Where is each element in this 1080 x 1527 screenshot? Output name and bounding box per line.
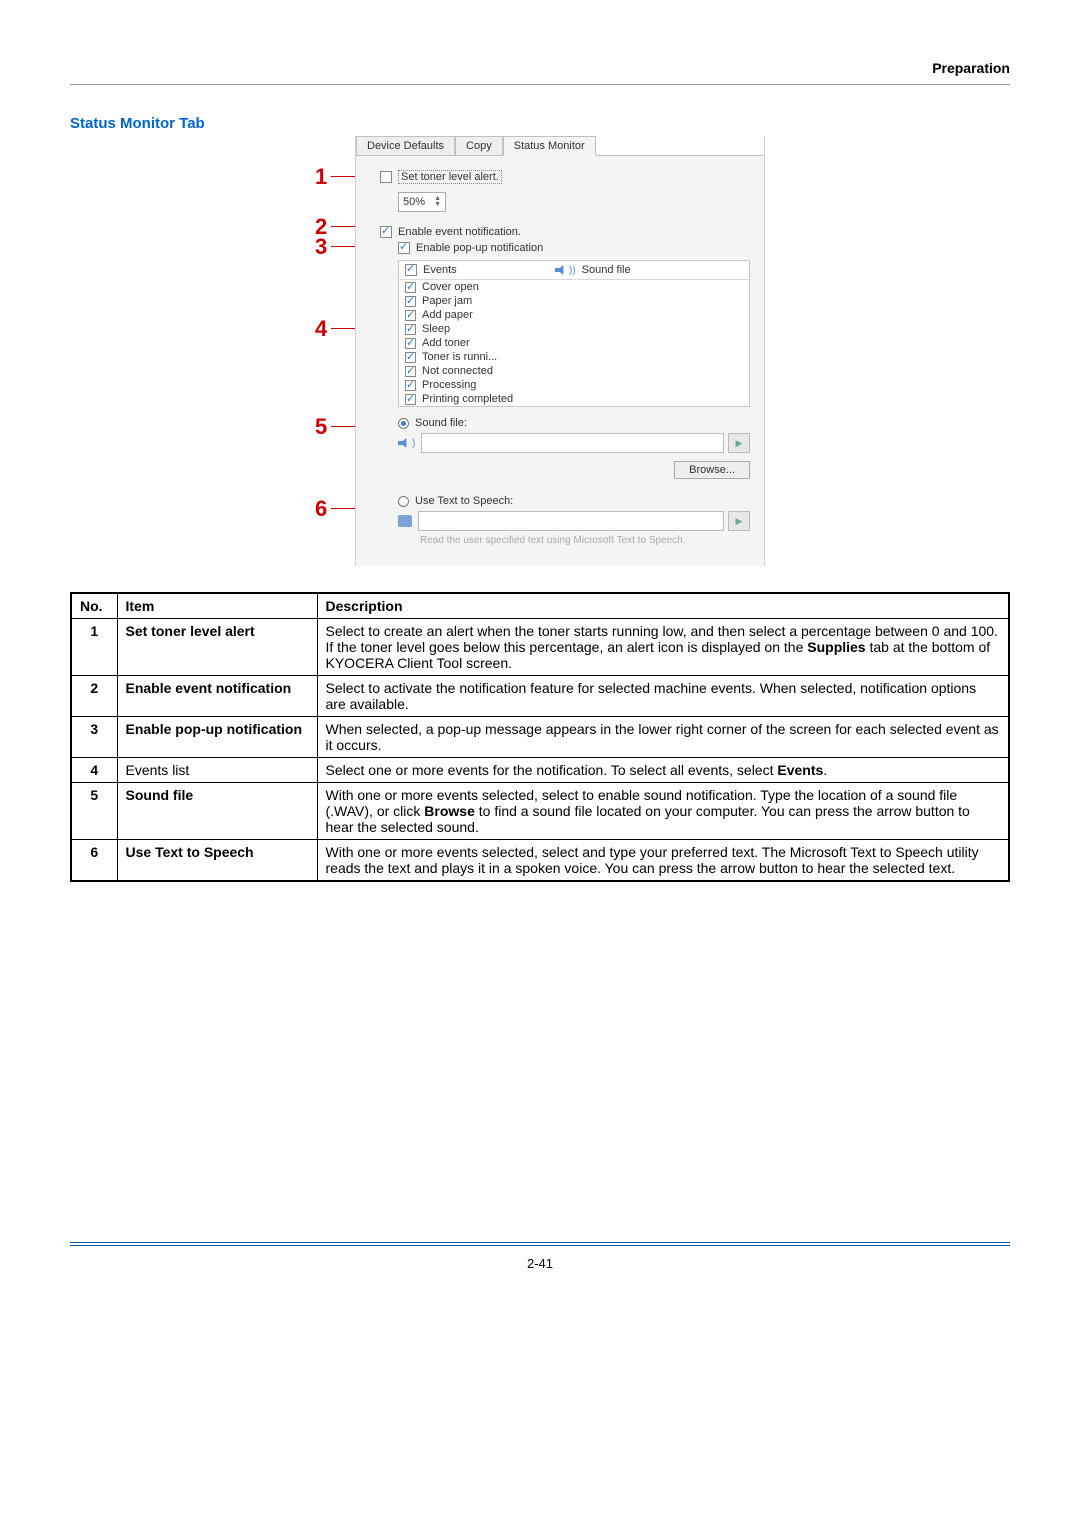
event-checkbox[interactable] — [405, 380, 416, 391]
enable-event-checkbox[interactable] — [380, 226, 392, 238]
cell-desc: With one or more events selected, select… — [317, 840, 1009, 882]
page-number: 2-41 — [70, 1245, 1010, 1271]
event-item[interactable]: Printing completed — [399, 392, 749, 406]
sound-file-input[interactable] — [421, 433, 724, 453]
description-table: No. Item Description 1Set toner level al… — [70, 592, 1010, 882]
tts-radio[interactable] — [398, 496, 409, 507]
table-row: 3Enable pop-up notificationWhen selected… — [71, 717, 1009, 758]
th-item: Item — [117, 593, 317, 619]
event-label: Sleep — [422, 323, 450, 335]
sound-file-header: Sound file — [582, 264, 631, 276]
event-item[interactable]: Toner is runni... — [399, 350, 749, 364]
event-label: Processing — [422, 379, 476, 391]
page-footer: 2-41 — [70, 1242, 1010, 1271]
event-item[interactable]: Not connected — [399, 364, 749, 378]
tts-play-button[interactable]: ▶ — [728, 511, 750, 531]
tts-icon — [398, 515, 412, 527]
event-item[interactable]: Add paper — [399, 308, 749, 322]
table-row: 6Use Text to SpeechWith one or more even… — [71, 840, 1009, 882]
speaker-icon — [398, 438, 410, 448]
event-item[interactable]: Add toner — [399, 336, 749, 350]
cell-item: Enable pop-up notification — [117, 717, 317, 758]
cell-no: 1 — [71, 619, 117, 676]
event-item[interactable]: Sleep — [399, 322, 749, 336]
cell-desc: Select one or more events for the notifi… — [317, 758, 1009, 783]
event-checkbox[interactable] — [405, 352, 416, 363]
event-label: Not connected — [422, 365, 493, 377]
toner-level-spinner[interactable]: 50% ▲▼ — [398, 192, 446, 212]
th-desc: Description — [317, 593, 1009, 619]
sound-play-button[interactable]: ▶ — [728, 433, 750, 453]
event-item[interactable]: Paper jam — [399, 294, 749, 308]
event-checkbox[interactable] — [405, 324, 416, 335]
event-checkbox[interactable] — [405, 310, 416, 321]
event-checkbox[interactable] — [405, 394, 416, 405]
cell-desc: When selected, a pop-up message appears … — [317, 717, 1009, 758]
callout-1: 1 — [315, 164, 327, 190]
events-select-all-checkbox[interactable] — [405, 264, 417, 276]
event-label: Add toner — [422, 337, 470, 349]
set-toner-checkbox[interactable] — [380, 171, 392, 183]
section-title: Status Monitor Tab — [70, 115, 1010, 132]
page-category: Preparation — [70, 60, 1010, 85]
events-list-box: Events )) Sound file Cover openPaper jam… — [398, 260, 750, 407]
cell-no: 2 — [71, 676, 117, 717]
table-row: 4Events listSelect one or more events fo… — [71, 758, 1009, 783]
event-checkbox[interactable] — [405, 338, 416, 349]
cell-item: Sound file — [117, 783, 317, 840]
cell-item: Events list — [117, 758, 317, 783]
cell-no: 5 — [71, 783, 117, 840]
cell-desc: Select to create an alert when the toner… — [317, 619, 1009, 676]
speaker-icon — [555, 265, 567, 275]
callout-4: 4 — [315, 316, 327, 342]
th-no: No. — [71, 593, 117, 619]
event-item[interactable]: Cover open — [399, 280, 749, 294]
status-monitor-figure: 1 2 3 4 5 6 Device Defaults Copy Status … — [70, 136, 1010, 566]
event-checkbox[interactable] — [405, 282, 416, 293]
sound-file-label: Sound file: — [415, 417, 467, 429]
browse-button[interactable]: Browse... — [674, 461, 750, 479]
status-monitor-dialog: Device Defaults Copy Status Monitor Set … — [355, 136, 765, 566]
set-toner-label: Set toner level alert. — [398, 170, 502, 184]
cell-item: Set toner level alert — [117, 619, 317, 676]
callout-5: 5 — [315, 414, 327, 440]
sound-file-radio[interactable] — [398, 418, 409, 429]
callout-3: 3 — [315, 234, 327, 260]
tab-status-monitor[interactable]: Status Monitor — [503, 136, 596, 156]
event-label: Add paper — [422, 309, 473, 321]
cell-item: Use Text to Speech — [117, 840, 317, 882]
events-header: Events — [423, 264, 457, 276]
table-row: 5Sound fileWith one or more events selec… — [71, 783, 1009, 840]
event-label: Toner is runni... — [422, 351, 497, 363]
tab-device-defaults[interactable]: Device Defaults — [356, 136, 455, 155]
cell-no: 3 — [71, 717, 117, 758]
enable-popup-label: Enable pop-up notification — [416, 242, 543, 254]
table-row: 2Enable event notificationSelect to acti… — [71, 676, 1009, 717]
event-item[interactable]: Processing — [399, 378, 749, 392]
event-label: Paper jam — [422, 295, 472, 307]
event-checkbox[interactable] — [405, 366, 416, 377]
tts-input[interactable] — [418, 511, 724, 531]
event-checkbox[interactable] — [405, 296, 416, 307]
tts-description: Read the user specified text using Micro… — [420, 535, 750, 546]
enable-event-label: Enable event notification. — [398, 226, 521, 238]
cell-no: 4 — [71, 758, 117, 783]
callout-6: 6 — [315, 496, 327, 522]
tab-copy[interactable]: Copy — [455, 136, 503, 155]
event-label: Cover open — [422, 281, 479, 293]
table-row: 1Set toner level alertSelect to create a… — [71, 619, 1009, 676]
enable-popup-checkbox[interactable] — [398, 242, 410, 254]
tts-label: Use Text to Speech: — [415, 495, 513, 507]
cell-desc: Select to activate the notification feat… — [317, 676, 1009, 717]
cell-desc: With one or more events selected, select… — [317, 783, 1009, 840]
cell-no: 6 — [71, 840, 117, 882]
event-label: Printing completed — [422, 393, 513, 405]
cell-item: Enable event notification — [117, 676, 317, 717]
